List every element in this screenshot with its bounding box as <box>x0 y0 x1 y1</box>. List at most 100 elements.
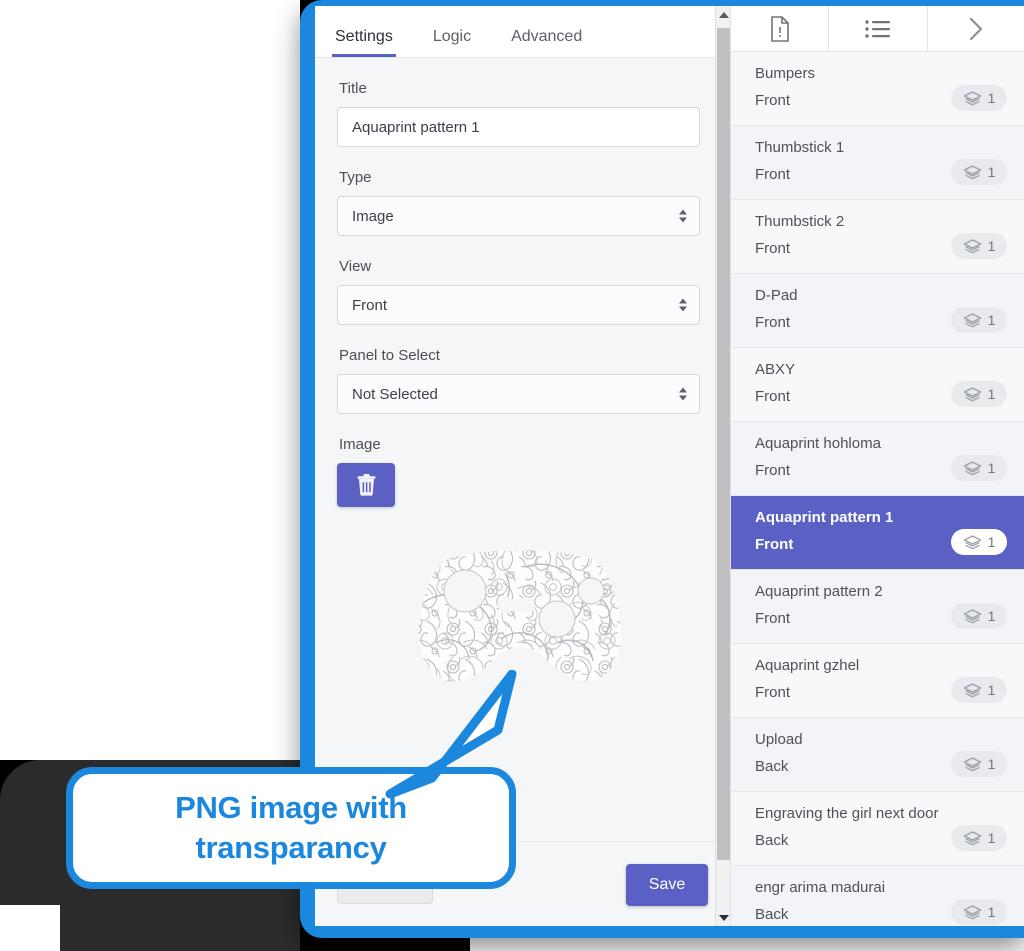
scroll-down-button[interactable] <box>716 909 730 926</box>
layer-count-badge: 1 <box>951 677 1007 703</box>
layer-row[interactable]: Thumbstick 2 Front 1 <box>731 200 1024 274</box>
layer-count-badge: 1 <box>951 85 1007 111</box>
layers-icon <box>963 460 981 475</box>
settings-panel-scrollbar[interactable] <box>715 6 730 926</box>
layer-count-badge: 1 <box>951 751 1007 777</box>
layers-icon <box>963 90 981 105</box>
layer-title: Bumpers <box>755 65 816 82</box>
delete-image-button[interactable] <box>337 463 395 507</box>
backdrop-white-bottom-left <box>0 905 60 951</box>
layers-icon <box>963 756 981 771</box>
triangle-down-icon <box>718 914 729 921</box>
tab-logic[interactable]: Logic <box>433 28 471 57</box>
layer-count-value: 1 <box>987 830 996 846</box>
layers-toolbar <box>731 6 1024 52</box>
layer-count-badge: 1 <box>951 529 1007 555</box>
layer-title: Upload <box>755 731 803 748</box>
list-view-button[interactable] <box>829 6 928 51</box>
layer-count-badge: 1 <box>951 899 1007 925</box>
settings-tabbar: Settings Logic Advanced <box>315 6 730 58</box>
layer-count-badge: 1 <box>951 381 1007 407</box>
view-field-label: View <box>339 258 372 275</box>
scroll-up-button[interactable] <box>716 6 730 23</box>
layer-row[interactable]: ABXY Front 1 <box>731 348 1024 422</box>
layer-count-value: 1 <box>987 756 996 772</box>
callout-line-2: transparancy <box>195 830 387 865</box>
layer-row[interactable]: Bumpers Front 1 <box>731 52 1024 126</box>
callout-line-1: PNG image with <box>175 790 407 825</box>
layer-count-value: 1 <box>987 312 996 328</box>
layer-title: Aquaprint pattern 2 <box>755 583 883 600</box>
layers-icon <box>963 386 981 401</box>
callout-bubble: PNG image with transparancy <box>66 767 516 889</box>
layer-count-value: 1 <box>987 386 996 402</box>
controller-faceplate-image <box>405 543 635 708</box>
layer-count-badge: 1 <box>951 825 1007 851</box>
scrollbar-thumb[interactable] <box>717 28 730 860</box>
document-icon <box>770 15 789 42</box>
layer-row-selected[interactable]: Aquaprint pattern 1 Front 1 <box>731 496 1024 570</box>
layer-title: ABXY <box>755 361 796 378</box>
backdrop-white-top-left <box>0 0 300 760</box>
layer-count-badge: 1 <box>951 159 1007 185</box>
title-input[interactable] <box>337 107 700 147</box>
layer-count-value: 1 <box>987 164 996 180</box>
panel-to-select-value: Not Selected <box>352 385 438 403</box>
triangle-up-icon <box>718 11 729 18</box>
layer-row[interactable]: D-Pad Front 1 <box>731 274 1024 348</box>
callout-text: PNG image with transparancy <box>175 788 407 868</box>
layer-title: engr arima madurai <box>755 879 886 896</box>
layers-list[interactable]: Bumpers Front 1 Thumbstick 1 Front 1 Thumbst… <box>731 52 1024 926</box>
panel-to-select-select[interactable]: Not Selected <box>337 374 700 414</box>
layer-count-value: 1 <box>987 238 996 254</box>
list-icon <box>865 19 890 38</box>
view-select-value: Front <box>352 296 388 314</box>
layer-row[interactable]: Aquaprint gzhel Front 1 <box>731 644 1024 718</box>
layer-count-value: 1 <box>987 682 996 698</box>
layer-title: Thumbstick 2 <box>755 213 845 230</box>
game-controller-png-preview <box>418 550 622 682</box>
chevron-updown-icon <box>679 298 687 312</box>
layers-panel: Bumpers Front 1 Thumbstick 1 Front 1 Thumbst… <box>730 6 1024 926</box>
layer-title: Aquaprint gzhel <box>755 657 860 674</box>
layer-title: D-Pad <box>755 287 798 304</box>
collapse-panel-button[interactable] <box>927 6 1024 51</box>
tab-advanced[interactable]: Advanced <box>511 28 582 57</box>
layers-icon <box>963 238 981 253</box>
view-select[interactable]: Front <box>337 285 700 325</box>
type-select[interactable]: Image <box>337 196 700 236</box>
chevron-updown-icon <box>679 387 687 401</box>
image-field-label: Image <box>339 436 381 453</box>
image-preview <box>337 533 700 733</box>
chevron-right-icon <box>970 17 983 40</box>
layer-count-badge: 1 <box>951 603 1007 629</box>
layer-title: Thumbstick 1 <box>755 139 845 156</box>
trash-icon <box>357 474 375 496</box>
tab-settings[interactable]: Settings <box>332 28 396 57</box>
layer-row[interactable]: Thumbstick 1 Front 1 <box>731 126 1024 200</box>
type-select-value: Image <box>352 207 394 225</box>
layer-count-value: 1 <box>987 608 996 624</box>
add-document-button[interactable] <box>731 6 830 51</box>
layer-title: Engraving the girl next door <box>755 805 939 822</box>
panel-to-select-field-label: Panel to Select <box>339 347 440 364</box>
layer-row[interactable]: Upload Back 1 <box>731 718 1024 792</box>
layer-count-badge: 1 <box>951 307 1007 333</box>
layer-title: Aquaprint hohloma <box>755 435 881 452</box>
layer-count-value: 1 <box>987 90 996 106</box>
layer-count-value: 1 <box>987 460 996 476</box>
layer-row[interactable]: Aquaprint hohloma Front 1 <box>731 422 1024 496</box>
layer-row[interactable]: engr arima madurai Back 1 <box>731 866 1024 926</box>
layers-icon <box>963 534 981 549</box>
layer-count-value: 1 <box>987 534 996 550</box>
layer-count-badge: 1 <box>951 455 1007 481</box>
layer-count-value: 1 <box>987 904 996 920</box>
layer-row[interactable]: Engraving the girl next door Back 1 <box>731 792 1024 866</box>
layers-icon <box>963 904 981 919</box>
screenshot-root: Settings Logic Advanced Title Type Image… <box>0 0 1024 951</box>
layer-count-badge: 1 <box>951 233 1007 259</box>
layer-row[interactable]: Aquaprint pattern 2 Front 1 <box>731 570 1024 644</box>
title-field-label: Title <box>339 80 367 97</box>
layers-icon <box>963 682 981 697</box>
save-button[interactable]: Save <box>626 864 708 906</box>
